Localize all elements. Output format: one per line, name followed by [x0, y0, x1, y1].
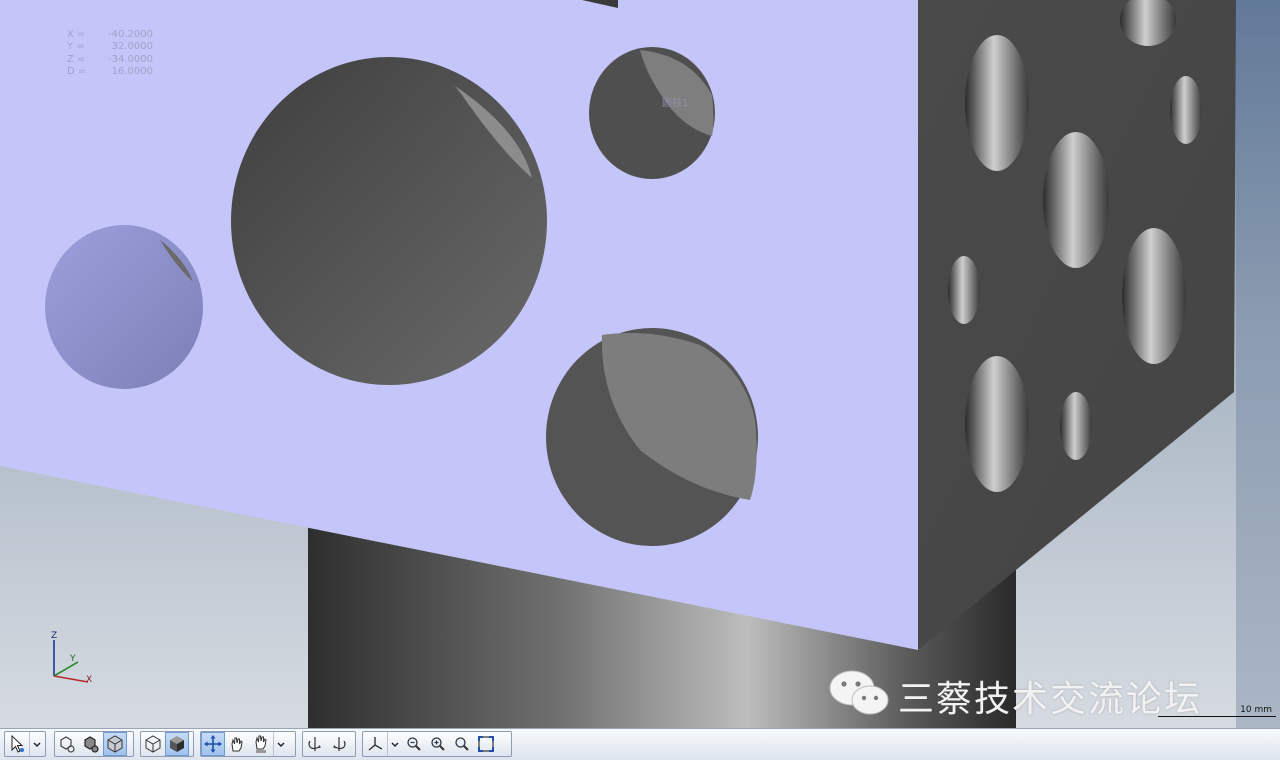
watermark: 三蔡技术交流论坛: [826, 668, 1246, 720]
rotate-group: [302, 731, 356, 757]
hole-medium: [546, 328, 758, 546]
zoom-out-button[interactable]: [402, 732, 426, 756]
wireframe-box-icon: [145, 735, 161, 753]
coord-row-z: Z = -34.0000: [67, 53, 153, 65]
solid-box-icon: [170, 736, 184, 752]
3d-viewport[interactable]: Z Y X X = -40.2000 Y = 32.0000 Z = -34.0000…: [0, 0, 1280, 728]
hand-button[interactable]: [225, 732, 249, 756]
hole-large: [231, 57, 547, 385]
coordinate-readout: X = -40.2000 Y = 32.0000 Z = -34.0000 D = 16…: [67, 29, 153, 79]
hole-small-top: [589, 47, 715, 179]
axis-view-button[interactable]: [363, 732, 387, 756]
zoom-button[interactable]: [450, 732, 474, 756]
rotate-right-button[interactable]: [327, 732, 351, 756]
feature-label[interactable]: 圆柱1: [662, 94, 688, 109]
wireframe-box-button[interactable]: [141, 732, 165, 756]
viewport-right-strip: [1236, 0, 1280, 728]
rotate-right-icon: [333, 737, 346, 751]
zoom-in-icon: [431, 737, 445, 751]
select-mode-button[interactable]: [5, 732, 29, 756]
view-toolbar: [0, 728, 1280, 760]
navigation-group: [200, 731, 296, 757]
shaded-outline-icon: [84, 736, 99, 753]
hand-icon: [231, 737, 243, 752]
zoom-fit-button[interactable]: [474, 732, 498, 756]
triad-z-label: Z: [51, 631, 57, 641]
coord-row-d: D = 16.0000: [67, 66, 153, 78]
hand-xyz-dropdown[interactable]: [273, 732, 288, 756]
solid-box-button[interactable]: [165, 732, 189, 756]
wechat-logo-icon: [829, 670, 889, 715]
rotate-left-icon: [308, 737, 321, 751]
select-mode-dropdown[interactable]: [29, 732, 44, 756]
chevron-down-icon: [33, 742, 41, 748]
hand-xyz-button[interactable]: [249, 732, 273, 756]
shaded-edges-icon: [60, 736, 75, 753]
pan-move-icon: [204, 735, 222, 753]
coord-row-y: Y = 32.0000: [67, 41, 153, 53]
axis-view-icon: [368, 737, 383, 751]
pan-move-button[interactable]: [201, 732, 225, 756]
rotate-left-button[interactable]: [303, 732, 327, 756]
coord-row-x: X = -40.2000: [67, 29, 153, 40]
model-scene[interactable]: Z Y X: [0, 0, 1280, 728]
watermark-text: 三蔡技术交流论坛: [898, 679, 1203, 720]
solid-view-icon: [107, 735, 123, 753]
shaded-edges-button[interactable]: [55, 732, 79, 756]
render-group: [140, 731, 194, 757]
zoom-icon: [455, 737, 469, 751]
triad-x-label: X: [86, 675, 92, 685]
hand-xyz-icon: [255, 735, 267, 753]
zoom-in-button[interactable]: [426, 732, 450, 756]
chevron-down-icon: [391, 742, 399, 748]
shaded-outline-button[interactable]: [79, 732, 103, 756]
zoom-out-icon: [407, 737, 421, 751]
view-orient-group: [362, 731, 512, 757]
hole-blue: [45, 225, 203, 389]
triad-y-label: Y: [69, 654, 76, 664]
display-mode-group: [54, 731, 134, 757]
select-group: [4, 731, 46, 757]
select-mode-icon: [11, 734, 24, 753]
solid-view-button[interactable]: [103, 732, 127, 756]
chevron-down-icon: [277, 742, 285, 748]
zoom-fit-icon: [478, 736, 494, 752]
axis-view-dropdown[interactable]: [387, 732, 402, 756]
